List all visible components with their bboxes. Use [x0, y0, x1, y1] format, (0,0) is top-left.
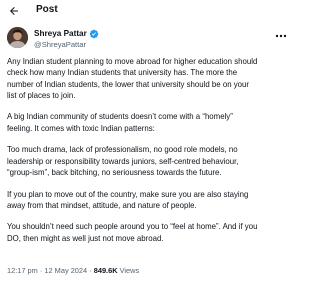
top-bar: Post [0, 0, 297, 22]
view-count: 849.6K [93, 266, 118, 275]
text-line: list of places to join. [7, 90, 76, 100]
author-display-name[interactable]: Shreya Pattar [34, 29, 87, 39]
text-line: leadership or responsibility towards jun… [7, 156, 239, 166]
tweet-paragraph: You shouldn’t need such people around yo… [7, 221, 295, 244]
text-line: Too much drama, lack of professionalism,… [7, 145, 238, 155]
author-name-row[interactable]: Shreya Pattar [34, 29, 99, 39]
tweet-time[interactable]: 12:17 pm [7, 266, 38, 275]
tweet-paragraph: A big Indian community of students doesn… [7, 111, 295, 134]
avatar[interactable] [7, 27, 28, 48]
avatar-image [7, 27, 28, 48]
tweet-paragraph: If you plan to move out of the country, … [7, 189, 295, 212]
tweet-paragraph: Any Indian student planning to move abro… [7, 56, 295, 101]
tweet-text: Any Indian student planning to move abro… [7, 56, 295, 254]
author-handle[interactable]: @ShreyaPattar [34, 40, 86, 49]
tweet-paragraph: Too much drama, lack of professionalism,… [7, 144, 295, 178]
more-horizontal-icon [275, 34, 287, 38]
views-label: Views [117, 266, 140, 275]
text-line: away from that mindset, attitude, and na… [7, 200, 197, 210]
arrow-left-icon [10, 7, 18, 15]
tweet-metadata: 12:17 pm · 12 May 2024 · 849.6K Views [7, 266, 139, 275]
meta-separator: · [87, 266, 94, 275]
text-line: If you plan to move out of the country, … [7, 189, 249, 199]
text-line: A big Indian community of students doesn… [7, 112, 233, 122]
text-line: feeling. It comes with toxic Indian patt… [7, 123, 155, 133]
more-options-button[interactable] [274, 31, 288, 41]
text-line: check how many Indian students that univ… [7, 68, 238, 78]
text-line: number of Indian students, the lower tha… [7, 79, 249, 89]
back-button[interactable] [7, 4, 21, 18]
text-line: “group-ism”, back bitching, no seriousne… [7, 167, 222, 177]
page-title: Post [36, 4, 58, 15]
text-line: DO, then might as well just not move abr… [7, 233, 164, 243]
tweet-author: Shreya Pattar @ShreyaPattar [7, 27, 292, 51]
verified-badge-icon [89, 29, 99, 39]
tweet-date[interactable]: 12 May 2024 [44, 266, 87, 275]
text-line: Any Indian student planning to move abro… [7, 57, 258, 66]
text-line: You shouldn’t need such people around yo… [7, 222, 258, 232]
